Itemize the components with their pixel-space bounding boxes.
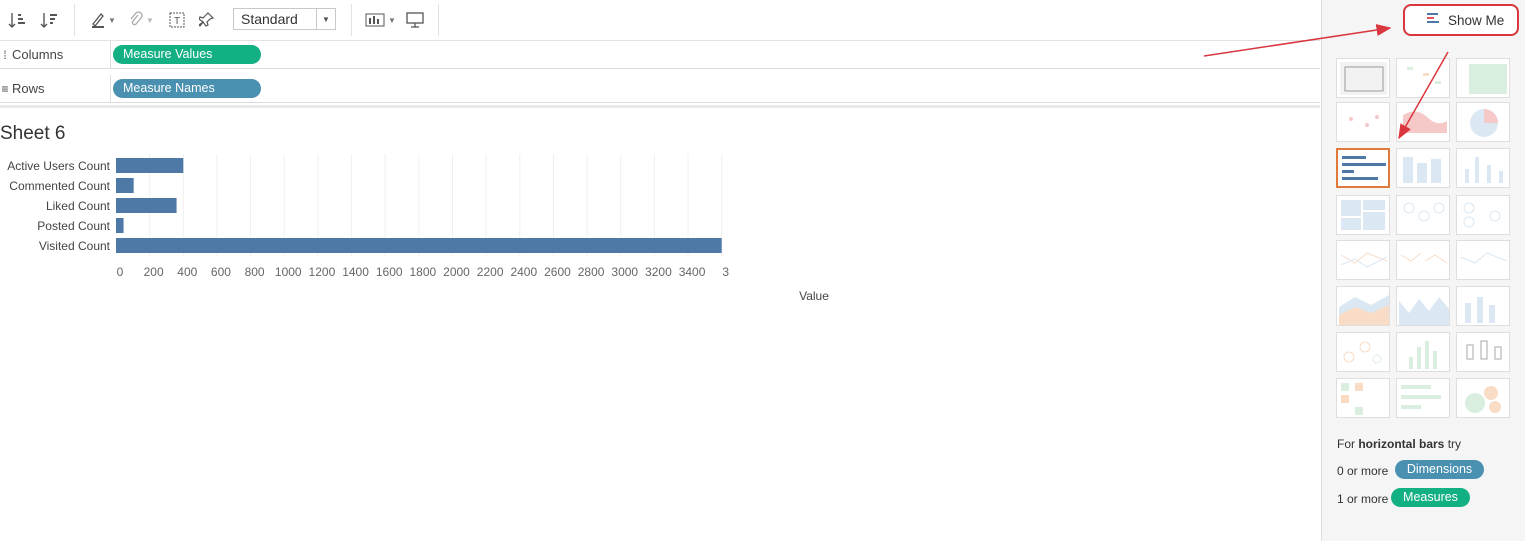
columns-icon: ⁞ xyxy=(3,47,7,62)
y-category-label: Commented Count xyxy=(9,179,110,193)
toolbar: ▼ ▼ T Standard ▼ ▼ xyxy=(0,0,1320,41)
thumbnail-heat-map[interactable] xyxy=(1396,58,1450,98)
bar[interactable] xyxy=(116,178,134,193)
rows-icon: ≡ xyxy=(1,81,9,96)
x-tick-label: 3000 xyxy=(611,265,638,279)
y-category-label: Liked Count xyxy=(46,199,111,213)
thumbnail-box-and-whisker[interactable] xyxy=(1456,332,1510,372)
thumbnail-treemap[interactable] xyxy=(1336,195,1390,235)
x-tick-label: 3400 xyxy=(679,265,706,279)
fit-select-value: Standard xyxy=(241,11,298,27)
thumbnail-area-discrete[interactable] xyxy=(1396,286,1450,326)
thumbnail-packed-bubbles[interactable] xyxy=(1456,378,1510,418)
hint-prefix: For xyxy=(1337,437,1359,451)
hint-suffix: try xyxy=(1444,437,1462,451)
chevron-down-icon: ▼ xyxy=(146,15,154,25)
thumbnail-bullet-graph[interactable] xyxy=(1396,378,1450,418)
show-me-label: Show Me xyxy=(1448,12,1505,28)
thumbnail-histogram[interactable] xyxy=(1396,332,1450,372)
toolbar-separator xyxy=(74,4,75,36)
thumbnail-dual-combination[interactable] xyxy=(1456,286,1510,326)
thumbnail-continuous-lines[interactable] xyxy=(1336,240,1390,280)
x-tick-label: 200 xyxy=(144,265,164,279)
x-tick-label: 1400 xyxy=(342,265,369,279)
thumbnail-discrete-lines[interactable] xyxy=(1396,240,1450,280)
bar[interactable] xyxy=(116,238,722,253)
measure-values-pill[interactable]: Measure Values xyxy=(113,45,261,64)
thumbnail-symbol-map[interactable] xyxy=(1336,102,1390,142)
meas-requirement-text: 1 or more xyxy=(1337,492,1389,506)
sort-ascending-icon[interactable] xyxy=(6,8,30,32)
columns-shelf-label: ⁞ Columns xyxy=(0,41,111,68)
thumbnail-pie-chart[interactable] xyxy=(1456,102,1510,142)
thumbnail-horizontal-bars[interactable] xyxy=(1336,148,1390,188)
x-tick-label: 400 xyxy=(177,265,197,279)
chevron-down-icon: ▼ xyxy=(388,15,396,25)
thumbnail-gantt-chart[interactable] xyxy=(1336,378,1390,418)
x-tick-label: 1200 xyxy=(309,265,336,279)
x-tick-label: 2800 xyxy=(578,265,605,279)
x-tick-label: 2200 xyxy=(477,265,504,279)
thumbnail-area-continuous[interactable] xyxy=(1336,286,1390,326)
x-tick-label: 3200 xyxy=(645,265,672,279)
text-box-icon[interactable]: T xyxy=(166,8,188,32)
pin-icon[interactable] xyxy=(196,8,218,32)
x-tick-label: 800 xyxy=(245,265,265,279)
thumbnail-dual-lines[interactable] xyxy=(1456,240,1510,280)
paperclip-icon[interactable]: ▼ xyxy=(124,8,158,32)
chevron-down-icon: ▼ xyxy=(316,9,335,29)
x-tick-label: 1800 xyxy=(409,265,436,279)
x-tick-label: 600 xyxy=(211,265,231,279)
x-tick-label: 2000 xyxy=(443,265,470,279)
shelf-divider xyxy=(0,105,1320,108)
measure-names-pill[interactable]: Measure Names xyxy=(113,79,261,98)
chevron-down-icon: ▼ xyxy=(108,15,116,25)
x-tick-label: 3 xyxy=(722,265,729,279)
dimensions-pill: Dimensions xyxy=(1395,460,1484,479)
thumbnail-highlight-table[interactable] xyxy=(1456,58,1510,98)
x-axis-label: Value xyxy=(799,289,829,303)
highlight-icon[interactable]: ▼ xyxy=(86,8,120,32)
sort-descending-icon[interactable] xyxy=(38,8,62,32)
show-me-button[interactable]: Show Me xyxy=(1403,4,1519,36)
rows-shelf-label: ≡ Rows xyxy=(0,75,111,102)
thumbnail-scatter-plot[interactable] xyxy=(1336,332,1390,372)
thumbnail-side-by-side-bars[interactable] xyxy=(1456,148,1510,188)
show-me-icon xyxy=(1427,12,1441,29)
card-layout-icon[interactable]: ▼ xyxy=(362,8,398,32)
thumbnail-text-table[interactable] xyxy=(1336,58,1390,98)
sheet-title: Sheet 6 xyxy=(0,123,66,144)
show-me-hint: For horizontal bars try xyxy=(1337,437,1461,451)
rows-label: Rows xyxy=(12,81,45,96)
y-category-label: Posted Count xyxy=(37,219,110,233)
y-category-label: Active Users Count xyxy=(7,159,110,173)
thumbnail-filled-map[interactable] xyxy=(1396,102,1450,142)
thumbnail-circle-views[interactable] xyxy=(1396,195,1450,235)
dim-requirement-text: 0 or more xyxy=(1337,464,1389,478)
x-tick-label: 1600 xyxy=(376,265,403,279)
x-tick-label: 1000 xyxy=(275,265,302,279)
thumbnail-stacked-bars[interactable] xyxy=(1396,148,1450,188)
toolbar-separator xyxy=(351,4,352,36)
presentation-icon[interactable] xyxy=(403,8,427,32)
columns-shelf: ⁞ Columns Measure Values xyxy=(0,41,1320,69)
y-category-label: Visited Count xyxy=(39,239,111,253)
bar-chart: 0 200 400 600 800 1000 1200 1400 1600 1800 2000 220… xyxy=(7,154,829,303)
rows-shelf: ≡ Rows Measure Names xyxy=(0,75,1320,103)
bar[interactable] xyxy=(116,198,177,213)
bar[interactable] xyxy=(116,218,124,233)
x-tick-label: 0 xyxy=(117,265,124,279)
bar[interactable] xyxy=(116,158,184,173)
hint-chart-name: horizontal bars xyxy=(1358,437,1445,451)
svg-text:T: T xyxy=(174,16,180,27)
x-tick-label: 2600 xyxy=(544,265,571,279)
toolbar-separator xyxy=(438,4,439,36)
fit-select[interactable]: Standard ▼ xyxy=(233,8,336,30)
columns-label: Columns xyxy=(12,47,64,62)
thumbnail-side-by-side-circles[interactable] xyxy=(1456,195,1510,235)
measures-pill: Measures xyxy=(1391,488,1470,507)
x-tick-label: 2400 xyxy=(510,265,537,279)
